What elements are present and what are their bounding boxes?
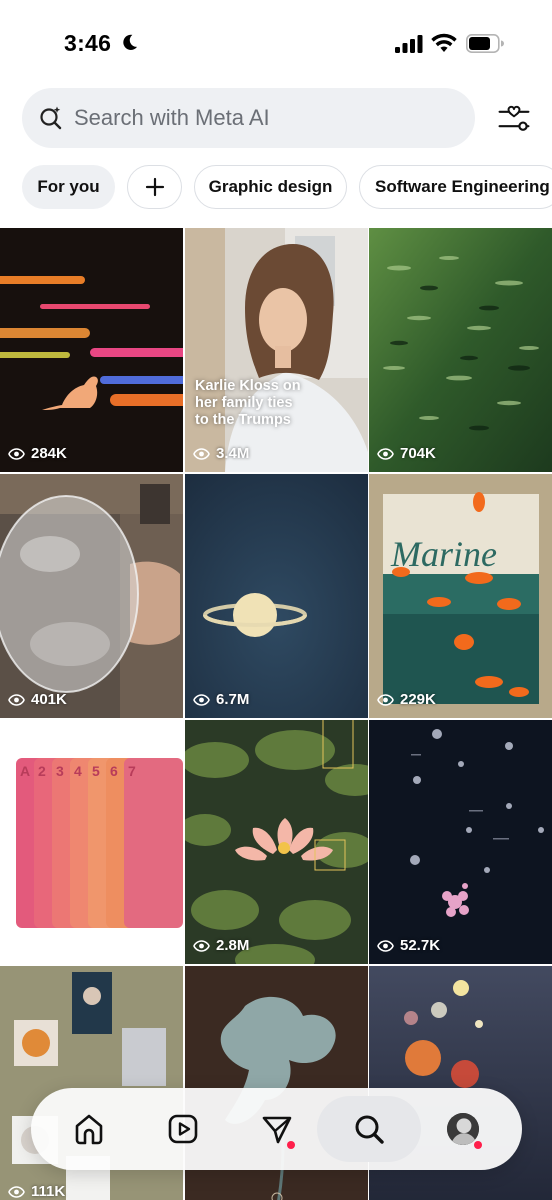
portrait-woman-image xyxy=(185,228,368,472)
view-count: 229K xyxy=(377,691,436,708)
status-bar: 3:46 xyxy=(0,0,552,80)
view-count: 52.7K xyxy=(377,937,440,954)
nav-direct-messages[interactable] xyxy=(225,1096,329,1162)
grid-tile[interactable]: 6.7M xyxy=(185,474,368,718)
sliders-heart-icon xyxy=(498,105,530,131)
eye-icon xyxy=(8,693,25,706)
view-count-label: 704K xyxy=(400,445,436,462)
eye-icon xyxy=(193,939,210,952)
home-icon xyxy=(75,1114,103,1145)
svg-text:4: 4 xyxy=(74,763,82,779)
eye-icon xyxy=(193,447,210,460)
playing-cards-image: A234567 xyxy=(0,720,183,964)
plus-icon xyxy=(145,177,164,197)
chip-add-topic[interactable] xyxy=(127,165,182,209)
eye-icon xyxy=(8,1185,25,1198)
notification-dot xyxy=(287,1141,295,1149)
grid-tile[interactable]: 52.7K xyxy=(369,720,552,964)
grid-tile[interactable]: 284K xyxy=(0,228,183,472)
bottom-nav xyxy=(31,1088,522,1170)
view-count-label: 3.4M xyxy=(216,445,250,462)
view-count-label: 111K xyxy=(31,1183,66,1200)
search-input[interactable]: Search with Meta AI xyxy=(22,88,475,148)
view-count-label: 6.7M xyxy=(216,691,250,708)
moon-icon xyxy=(123,34,138,50)
grid-tile[interactable]: A234567 xyxy=(0,720,183,964)
battery-icon xyxy=(466,34,504,53)
clear-sphere-image xyxy=(0,474,183,718)
svg-text:5: 5 xyxy=(92,763,100,779)
notification-dot xyxy=(474,1141,482,1149)
view-count: 111K xyxy=(8,1183,65,1200)
marine-poster-image: Marine xyxy=(369,474,552,718)
wifi-icon xyxy=(431,33,457,52)
search-icon xyxy=(355,1115,384,1144)
grid-tile[interactable]: 401K xyxy=(0,474,183,718)
grid-tile[interactable]: Karlie Kloss on her family ties to the T… xyxy=(185,228,368,472)
floating-flowers-image xyxy=(369,720,552,964)
grid-tile[interactable]: 704K xyxy=(369,228,552,472)
view-count: 2.8M xyxy=(193,937,249,954)
chip-graphic-design[interactable]: Graphic design xyxy=(194,165,347,209)
view-count: 6.7M xyxy=(193,691,249,708)
nav-search[interactable] xyxy=(317,1096,421,1162)
svg-text:2: 2 xyxy=(38,763,46,779)
saturn-image xyxy=(185,474,368,718)
nav-reels[interactable] xyxy=(131,1096,235,1162)
cellular-signal-icon xyxy=(395,35,423,53)
post-caption: Karlie Kloss on her family ties to the T… xyxy=(195,378,301,428)
view-count-label: 401K xyxy=(31,691,67,708)
filter-button[interactable] xyxy=(494,99,534,139)
topic-chips: For you Graphic design Software Engineer… xyxy=(22,165,552,209)
water-lily-image xyxy=(185,720,368,964)
eye-icon xyxy=(8,447,25,460)
meta-ai-search-icon xyxy=(40,106,62,130)
view-count-label: 2.8M xyxy=(216,937,250,954)
grid-tile[interactable]: 2.8M xyxy=(185,720,368,964)
profile-avatar xyxy=(447,1113,479,1145)
neon-streaks-cat-image xyxy=(0,228,183,472)
chip-software-engineering[interactable]: Software Engineering xyxy=(359,165,552,209)
view-count: 284K xyxy=(8,445,67,462)
status-time: 3:46 xyxy=(64,30,112,56)
view-count: 3.4M xyxy=(193,445,249,462)
chip-for-you[interactable]: For you xyxy=(22,165,115,209)
svg-text:A: A xyxy=(20,763,30,779)
view-count-label: 284K xyxy=(31,445,67,462)
grid-tile[interactable]: Marine 229K xyxy=(369,474,552,718)
view-count: 704K xyxy=(377,445,436,462)
search-placeholder: Search with Meta AI xyxy=(74,105,270,130)
eye-icon xyxy=(193,693,210,706)
green-fish-school-image xyxy=(369,228,552,472)
nav-profile[interactable] xyxy=(411,1096,515,1162)
eye-icon xyxy=(377,939,394,952)
view-count-label: 229K xyxy=(400,691,436,708)
eye-icon xyxy=(377,693,394,706)
nav-home[interactable] xyxy=(37,1096,141,1162)
view-count-label: 52.7K xyxy=(400,937,441,954)
reels-icon xyxy=(168,1114,198,1144)
eye-icon xyxy=(377,447,394,460)
svg-text:7: 7 xyxy=(128,763,136,779)
svg-text:3: 3 xyxy=(56,763,64,779)
view-count: 401K xyxy=(8,691,67,708)
svg-text:6: 6 xyxy=(110,763,118,779)
explore-screen: 3:46 Search with Meta AI For you Graphic… xyxy=(0,0,552,1200)
